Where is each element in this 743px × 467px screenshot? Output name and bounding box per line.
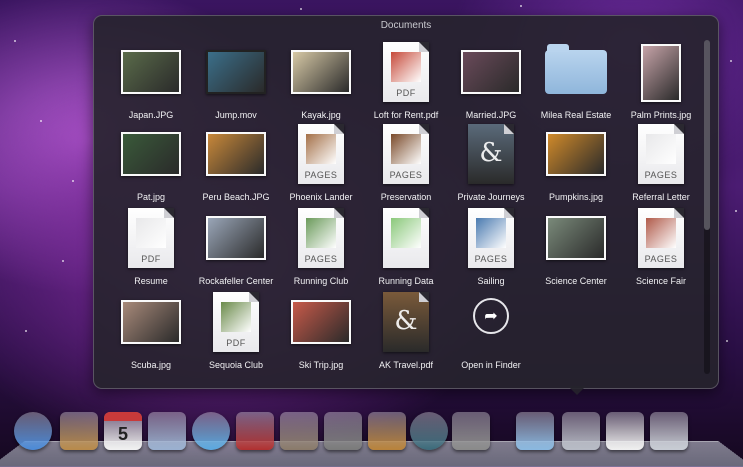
stack-item[interactable]: Kayak.jpg <box>273 42 369 126</box>
stack-item[interactable]: ➦ Open in Finder <box>443 292 539 376</box>
photo-thumbnail <box>291 300 351 344</box>
stack-item-label: Rockafeller Center <box>198 276 274 286</box>
documents-stack-icon[interactable] <box>562 412 600 450</box>
stack-item[interactable]: & AK Travel.pdf <box>358 292 454 376</box>
stack-item-label: Sequoia Club <box>208 360 264 370</box>
stack-item[interactable]: Science Center <box>528 208 624 292</box>
stack-title: Documents <box>380 20 432 31</box>
stack-item-label: Japan.JPG <box>128 110 174 120</box>
stack-item[interactable]: Japan.JPG <box>103 42 199 126</box>
folder-icon <box>545 44 607 94</box>
stack-item[interactable]: Peru Beach.JPG <box>188 124 284 208</box>
stack-item-label: Kayak.jpg <box>301 110 341 120</box>
stack-item-label: Pumpkins.jpg <box>548 192 604 202</box>
photo-thumbnail <box>121 132 181 176</box>
stack-pointer <box>568 386 586 395</box>
stack-item[interactable]: PAGES Referral Letter <box>613 124 709 208</box>
stack-item[interactable]: PAGES Science Fair <box>613 208 709 292</box>
pdf-document-icon: PDF <box>128 208 174 268</box>
numbers-document-icon <box>383 208 429 268</box>
documents-stack-panel: Documents Japan.JPG Jump.mov Kayak.jpg PDF L… <box>93 15 719 389</box>
keynote-document-icon: & <box>468 124 514 184</box>
stack-item-label: Scuba.jpg <box>130 360 172 370</box>
stack-item-label: Private Journeys <box>457 192 525 202</box>
stack-item-label: Loft for Rent.pdf <box>373 110 439 120</box>
stack-item-label: Phoenix Lander <box>289 192 353 202</box>
photo-thumbnail <box>546 132 606 176</box>
stack-item-label: Married.JPG <box>465 110 517 120</box>
stack-item[interactable]: PAGES Phoenix Lander <box>273 124 369 208</box>
iphoto-icon[interactable] <box>280 412 318 450</box>
stack-item[interactable]: Ski Trip.jpg <box>273 292 369 376</box>
system-preferences-icon[interactable] <box>452 412 490 450</box>
stack-item[interactable]: Milea Real Estate <box>528 42 624 126</box>
stack-item[interactable]: Jump.mov <box>188 42 284 126</box>
stack-item[interactable]: & Private Journeys <box>443 124 539 208</box>
photo-booth-icon[interactable] <box>236 412 274 450</box>
stack-item-label: Peru Beach.JPG <box>202 192 270 202</box>
stack-item[interactable]: PAGES Sailing <box>443 208 539 292</box>
photo-thumbnail <box>206 216 266 260</box>
photo-thumbnail <box>121 50 181 94</box>
photo-thumbnail <box>641 44 681 102</box>
stack-item-label: Science Fair <box>635 276 687 286</box>
photo-thumbnail <box>121 300 181 344</box>
stack-item-label: Resume <box>134 276 168 286</box>
photo-thumbnail <box>461 50 521 94</box>
stack-item-label: Running Data <box>378 276 434 286</box>
stack-item[interactable]: Palm Prints.jpg <box>613 42 709 126</box>
pages-document-icon: PAGES <box>298 208 344 268</box>
stack-item-label: Sailing <box>477 276 505 286</box>
pages-document-icon: PAGES <box>298 124 344 184</box>
pages-document-icon: PAGES <box>383 124 429 184</box>
pages-document-icon: PAGES <box>638 124 684 184</box>
stack-item-label: Preservation <box>380 192 432 202</box>
stack-item[interactable]: Rockafeller Center <box>188 208 284 292</box>
itunes-icon[interactable] <box>192 412 230 450</box>
stack-item[interactable]: PDF Sequoia Club <box>188 292 284 376</box>
stack-item[interactable]: PAGES Preservation <box>358 124 454 208</box>
keynote-document-icon: & <box>383 292 429 352</box>
ical-icon[interactable]: 5 <box>104 412 142 450</box>
stack-item-label: AK Travel.pdf <box>378 360 434 370</box>
time-machine-icon[interactable] <box>410 412 448 450</box>
pdf-document-icon[interactable] <box>606 412 644 450</box>
garageband-icon[interactable] <box>368 412 406 450</box>
pages-document-icon: PAGES <box>468 208 514 268</box>
applications-folder-icon[interactable] <box>516 412 554 450</box>
stack-item-label: Jump.mov <box>215 110 257 120</box>
pdf-document-icon: PDF <box>213 292 259 352</box>
stack-item[interactable]: Running Data <box>358 208 454 292</box>
stack-item[interactable]: Scuba.jpg <box>103 292 199 376</box>
stack-item-label: Open in Finder <box>461 360 521 370</box>
stack-item-label: Running Club <box>293 276 349 286</box>
photo-thumbnail <box>206 132 266 176</box>
stack-item[interactable]: PDF Loft for Rent.pdf <box>358 42 454 126</box>
photo-thumbnail <box>546 216 606 260</box>
stack-item-label: Science Center <box>545 276 607 286</box>
stack-item[interactable]: Married.JPG <box>443 42 539 126</box>
stack-item[interactable]: PAGES Running Club <box>273 208 369 292</box>
trash-icon[interactable] <box>650 412 688 450</box>
open-in-finder-icon: ➦ <box>471 298 511 338</box>
address-book-icon[interactable] <box>60 412 98 450</box>
stack-item-label: Palm Prints.jpg <box>630 110 692 120</box>
photo-thumbnail <box>291 50 351 94</box>
imovie-icon[interactable] <box>324 412 362 450</box>
pages-document-icon: PAGES <box>638 208 684 268</box>
stack-item[interactable]: Pat.jpg <box>103 124 199 208</box>
preview-icon[interactable] <box>148 412 186 450</box>
stack-item[interactable]: Pumpkins.jpg <box>528 124 624 208</box>
stack-item-label: Pat.jpg <box>136 192 166 202</box>
stack-item-label: Milea Real Estate <box>540 110 612 120</box>
movie-thumbnail <box>206 50 266 94</box>
facetime-icon[interactable] <box>14 412 52 450</box>
stack-item-label: Ski Trip.jpg <box>298 360 344 370</box>
stack-item-label: Referral Letter <box>632 192 690 202</box>
stack-item[interactable]: PDF Resume <box>103 208 199 292</box>
pdf-document-icon: PDF <box>383 42 429 102</box>
